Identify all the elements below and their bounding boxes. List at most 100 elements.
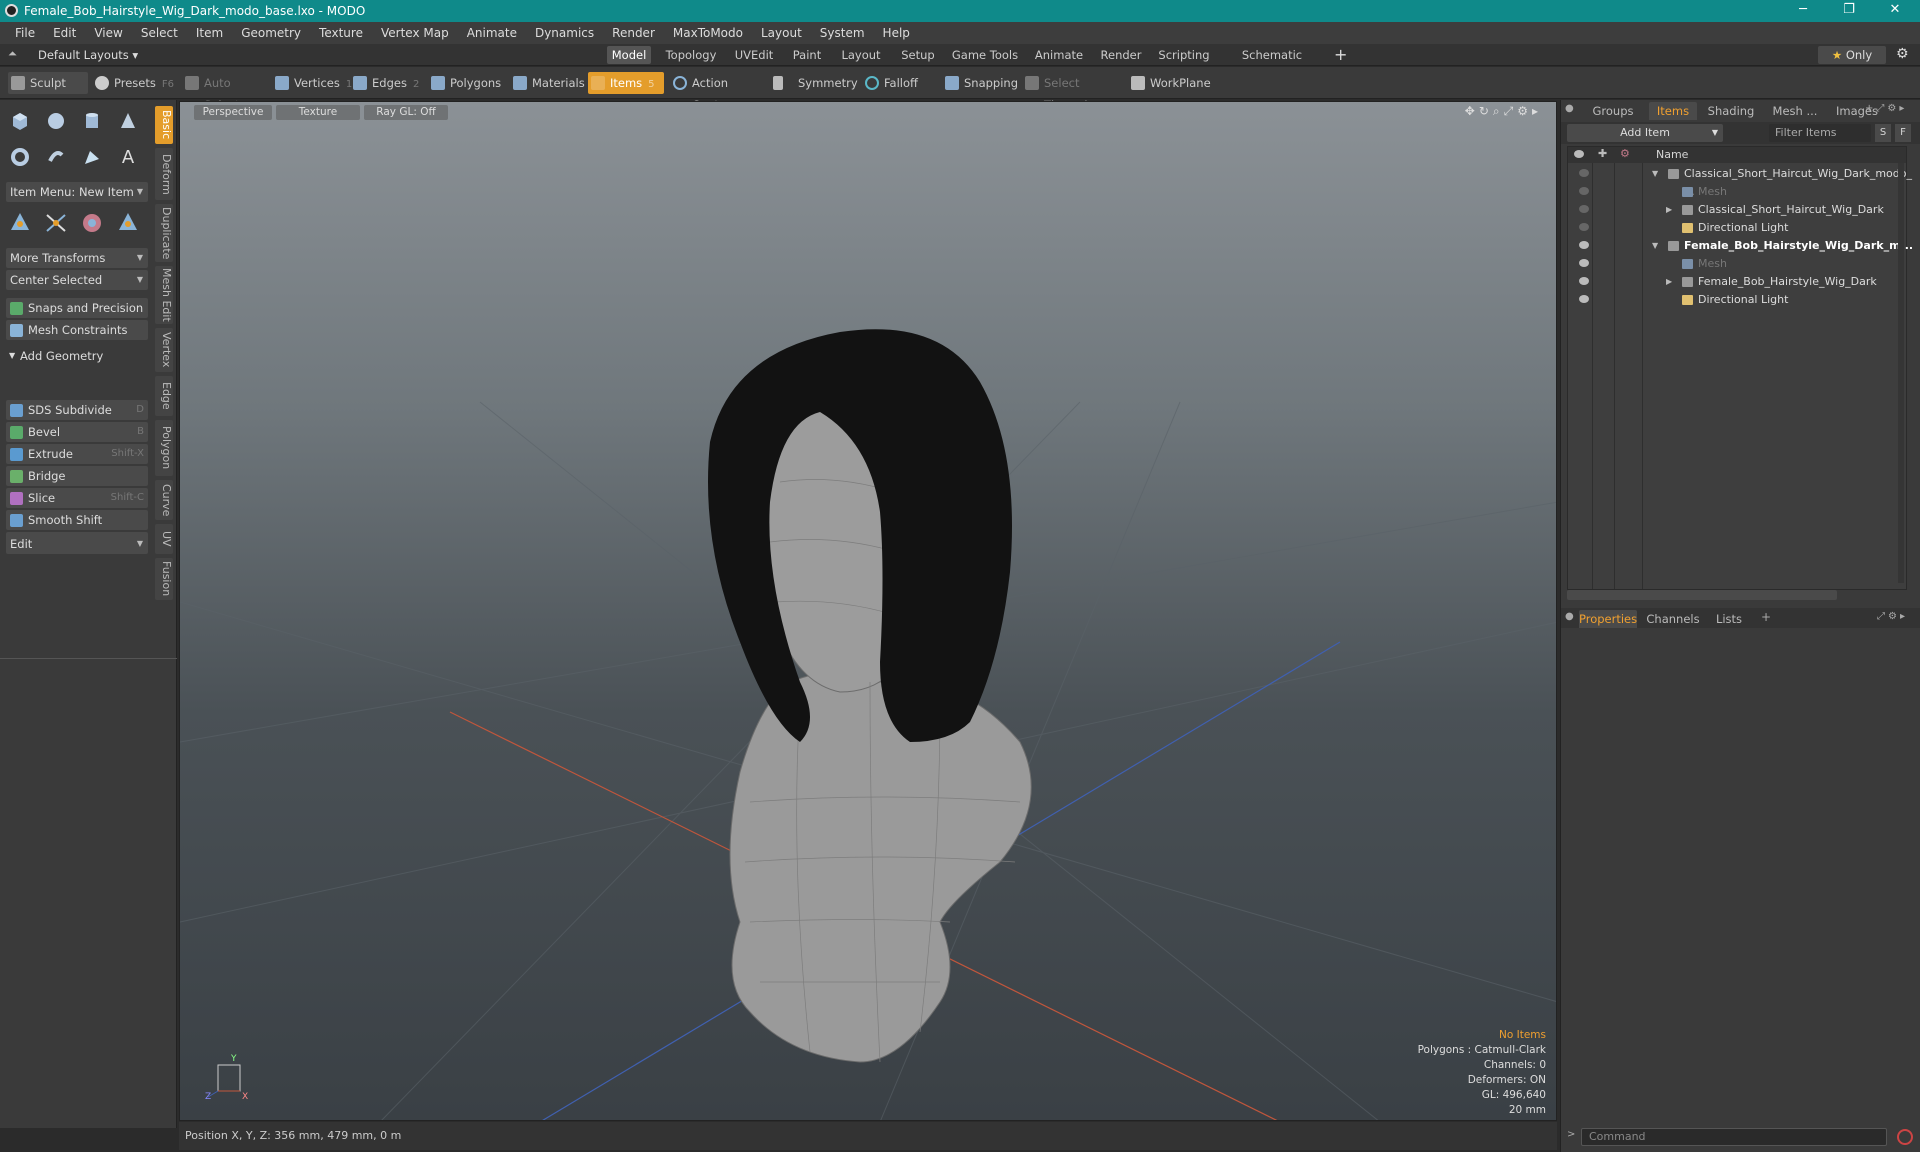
menu-layout[interactable]: Layout bbox=[752, 26, 811, 40]
add-tab-icon[interactable]: + bbox=[1334, 45, 1347, 64]
vtab-curve[interactable]: Curve bbox=[155, 480, 173, 520]
tab-channels[interactable]: Channels bbox=[1645, 610, 1701, 628]
move-tool-icon[interactable] bbox=[5, 208, 35, 238]
tree-item-group[interactable]: ▶ Female_Bob_Hairstyle_Wig_Dark bbox=[1568, 273, 1908, 291]
vtab-basic[interactable]: Basic bbox=[155, 106, 173, 144]
torus-tool-icon[interactable] bbox=[5, 142, 35, 172]
tab-paint[interactable]: Paint bbox=[786, 46, 828, 64]
cylinder-tool-icon[interactable] bbox=[77, 106, 107, 136]
menu-view[interactable]: View bbox=[85, 26, 131, 40]
collapse-arrow-icon[interactable]: ▶ bbox=[1666, 273, 1672, 291]
tab-items[interactable]: Items bbox=[1649, 102, 1697, 120]
tab-uvedit[interactable]: UVEdit bbox=[730, 46, 778, 64]
collapse-arrow-icon[interactable]: ▶ bbox=[1666, 201, 1672, 219]
vtab-mesh-edit[interactable]: Mesh Edit bbox=[155, 266, 173, 324]
tree-item-light[interactable]: Directional Light bbox=[1568, 291, 1908, 309]
panel-tab-controls[interactable]: ⤢⚙▸ bbox=[1877, 611, 1908, 622]
menu-select[interactable]: Select bbox=[132, 26, 187, 40]
raygl-button[interactable]: Ray GL: Off bbox=[364, 105, 448, 120]
text-tool-icon[interactable]: A bbox=[113, 142, 143, 172]
menu-animate[interactable]: Animate bbox=[458, 26, 526, 40]
snapping-button[interactable]: Snapping bbox=[942, 72, 1020, 94]
tree-item-scene[interactable]: ▼ Classical_Short_Haircut_Wig_Dark_modo_ … bbox=[1568, 165, 1912, 198]
falloff-button[interactable]: Falloff bbox=[862, 72, 934, 94]
add-geometry-header[interactable]: ▼ Add Geometry bbox=[6, 346, 148, 366]
tree-item-mesh[interactable]: Mesh bbox=[1568, 255, 1908, 273]
visibility-eye-icon[interactable] bbox=[1579, 277, 1589, 285]
tool-slice-button[interactable]: Slice Shift-C bbox=[6, 488, 148, 508]
capsule-tool-icon[interactable] bbox=[41, 142, 71, 172]
menu-item[interactable]: Item bbox=[187, 26, 232, 40]
vtab-vertex[interactable]: Vertex bbox=[155, 328, 173, 372]
visibility-eye-icon[interactable] bbox=[1579, 223, 1589, 231]
tab-mesh[interactable]: Mesh ... bbox=[1765, 102, 1825, 120]
tab-topology[interactable]: Topology bbox=[660, 46, 722, 64]
expand-arrow-icon[interactable]: ▼ bbox=[1652, 165, 1658, 183]
vtab-uv[interactable]: UV bbox=[155, 524, 173, 554]
panel-menu-icon[interactable]: ● bbox=[1565, 611, 1574, 622]
sphere-tool-icon[interactable] bbox=[41, 106, 71, 136]
3d-viewport[interactable]: Perspective Texture Ray GL: Off ✥↻⌕⤢⚙▸ Y… bbox=[179, 101, 1557, 1121]
tool-bridge-button[interactable]: Bridge bbox=[6, 466, 148, 486]
item-menu-dropdown[interactable]: Item Menu: New Item bbox=[6, 182, 148, 202]
minimize-icon[interactable]: ─ bbox=[1780, 0, 1826, 22]
visibility-eye-icon[interactable] bbox=[1579, 169, 1589, 177]
center-selected-dropdown[interactable]: Center Selected bbox=[6, 270, 148, 290]
tab-setup[interactable]: Setup bbox=[894, 46, 942, 64]
visibility-eye-icon[interactable] bbox=[1579, 187, 1589, 195]
more-transforms-dropdown[interactable]: More Transforms bbox=[6, 248, 148, 268]
filter-f-button[interactable]: F bbox=[1895, 124, 1911, 142]
edit-dropdown[interactable]: Edit bbox=[6, 534, 148, 554]
vtab-polygon[interactable]: Polygon bbox=[155, 420, 173, 476]
menu-maxtomodo[interactable]: MaxToModo bbox=[664, 26, 752, 40]
tree-item-scene[interactable]: ▼ Female_Bob_Hairstyle_Wig_Dark_m... bbox=[1568, 237, 1913, 255]
add-item-button[interactable]: Add Item ▼ bbox=[1567, 124, 1723, 142]
filter-items-input[interactable]: Filter Items bbox=[1769, 124, 1871, 142]
cone-tool-icon[interactable] bbox=[113, 106, 143, 136]
polygons-button[interactable]: Polygons bbox=[428, 72, 501, 94]
sculpt-button[interactable]: Sculpt bbox=[8, 72, 88, 94]
close-icon[interactable]: ✕ bbox=[1872, 0, 1918, 22]
menu-vertex-map[interactable]: Vertex Map bbox=[372, 26, 458, 40]
visibility-eye-icon[interactable] bbox=[1579, 205, 1589, 213]
vtab-edge[interactable]: Edge bbox=[155, 376, 173, 416]
select-through-button[interactable]: Select Through bbox=[1022, 72, 1120, 112]
panel-tab-controls[interactable]: +⤢⚙▸ bbox=[1865, 103, 1907, 114]
expand-arrow-icon[interactable]: ▼ bbox=[1652, 237, 1658, 255]
tree-item-group[interactable]: ▶ Classical_Short_Haircut_Wig_Dark bbox=[1568, 201, 1908, 219]
tree-item-mesh[interactable]: Mesh bbox=[1568, 183, 1908, 201]
menu-system[interactable]: System bbox=[811, 26, 874, 40]
transform-tool-icon[interactable] bbox=[113, 208, 143, 238]
tab-model[interactable]: Model bbox=[607, 46, 651, 64]
pen-tool-icon[interactable] bbox=[77, 142, 107, 172]
menu-file[interactable]: File bbox=[6, 26, 44, 40]
only-toggle[interactable]: ★ Only bbox=[1818, 46, 1886, 64]
tab-properties[interactable]: Properties bbox=[1579, 610, 1637, 628]
tab-animate[interactable]: Animate bbox=[1030, 46, 1088, 64]
name-column-header[interactable]: Name bbox=[1656, 148, 1688, 161]
layout-collapse-icon[interactable]: ⏶ bbox=[8, 47, 17, 61]
snaps-precision-button[interactable]: Snaps and Precision bbox=[6, 298, 148, 318]
edges-button[interactable]: Edges 2 bbox=[350, 72, 426, 94]
tab-lists[interactable]: Lists bbox=[1709, 610, 1749, 628]
tab-scripting[interactable]: Scripting bbox=[1154, 46, 1214, 64]
tool-extrude-button[interactable]: Extrude Shift-X bbox=[6, 444, 148, 464]
items-button[interactable]: Items 5 bbox=[588, 72, 664, 94]
texture-button[interactable]: Texture bbox=[276, 105, 360, 120]
panel-menu-icon[interactable]: ● bbox=[1565, 103, 1574, 114]
vtab-duplicate[interactable]: Duplicate bbox=[155, 204, 173, 262]
command-record-icon[interactable] bbox=[1897, 1129, 1913, 1145]
workplane-button[interactable]: WorkPlane bbox=[1128, 72, 1212, 94]
tab-groups[interactable]: Groups bbox=[1581, 102, 1645, 120]
menu-texture[interactable]: Texture bbox=[310, 26, 372, 40]
filter-s-button[interactable]: S bbox=[1875, 124, 1891, 142]
rotate-tool-icon[interactable] bbox=[41, 208, 71, 238]
vtab-fusion[interactable]: Fusion bbox=[155, 558, 173, 600]
materials-button[interactable]: Materials bbox=[510, 72, 585, 94]
horizontal-scrollbar[interactable] bbox=[1567, 590, 1837, 600]
tab-schematic-fusion[interactable]: Schematic Fusion bbox=[1222, 46, 1322, 80]
symmetry-button[interactable]: Symmetry bbox=[770, 72, 858, 94]
scale-tool-icon[interactable] bbox=[77, 208, 107, 238]
restore-icon[interactable]: ❐ bbox=[1826, 0, 1872, 22]
visibility-eye-icon[interactable] bbox=[1579, 259, 1589, 267]
